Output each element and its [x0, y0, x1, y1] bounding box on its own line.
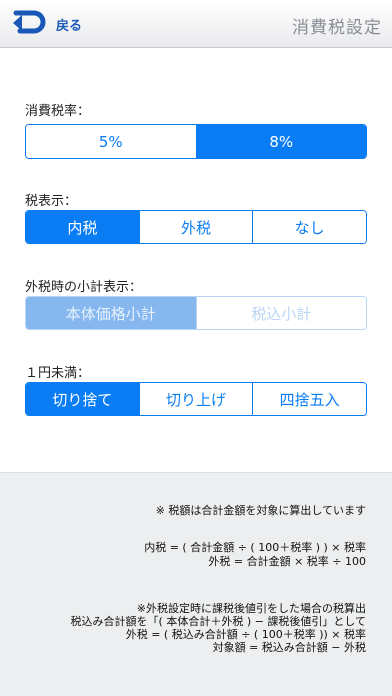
back-label: 戻る — [56, 18, 83, 34]
subtotal-option-tax-included[interactable]: 税込小計 — [196, 297, 366, 329]
rounding-option-ceil[interactable]: 切り上げ — [139, 383, 254, 415]
rounding-option-round[interactable]: 四捨五入 — [253, 383, 366, 415]
rounding-option-floor[interactable]: 切り捨て — [26, 383, 140, 415]
navigation-bar: 戻る 消費税設定 — [0, 0, 392, 48]
subtotal-display-label: 外税時の小計表示： — [25, 280, 143, 295]
tax-rate-option-5[interactable]: 5% — [26, 125, 197, 158]
tax-display-option-excluded[interactable]: 外税 — [139, 211, 254, 243]
note-line: ※ 税額は合計金額を対象に算出しています — [155, 504, 366, 517]
tax-display-option-included[interactable]: 内税 — [26, 211, 140, 243]
tax-display-option-none[interactable]: なし — [253, 211, 366, 243]
rounding-segmented-control: 切り捨て 切り上げ 四捨五入 — [25, 382, 367, 416]
note-line: 対象額 = 税込み合計額 − 外税 — [212, 641, 366, 654]
subtotal-option-base-price[interactable]: 本体価格小計 — [26, 297, 197, 329]
tax-display-segmented-control: 内税 外税 なし — [25, 210, 367, 244]
subtotal-display-segmented-control: 本体価格小計 税込小計 — [25, 296, 367, 330]
tax-display-label: 税表示： — [25, 194, 78, 209]
notes-panel: ※ 税額は合計金額を対象に算出しています 内税 = ( 合計金額 ÷ ( 100… — [0, 472, 392, 696]
page-title: 消費税設定 — [292, 18, 382, 38]
note-line: 外税 = 合計金額 × 税率 ÷ 100 — [208, 555, 366, 568]
tax-rate-option-8[interactable]: 8% — [196, 125, 366, 158]
back-button[interactable]: 戻る — [6, 8, 94, 40]
rounding-label: １円未満： — [25, 366, 91, 381]
tax-rate-segmented-control: 5% 8% — [25, 124, 367, 159]
tax-rate-label: 消費税率： — [25, 104, 91, 119]
settings-panel: 消費税率： 5% 8% 税表示： 内税 外税 なし 外税時の小計表示： 本体価格… — [0, 49, 392, 472]
back-arrow-icon — [13, 10, 46, 34]
